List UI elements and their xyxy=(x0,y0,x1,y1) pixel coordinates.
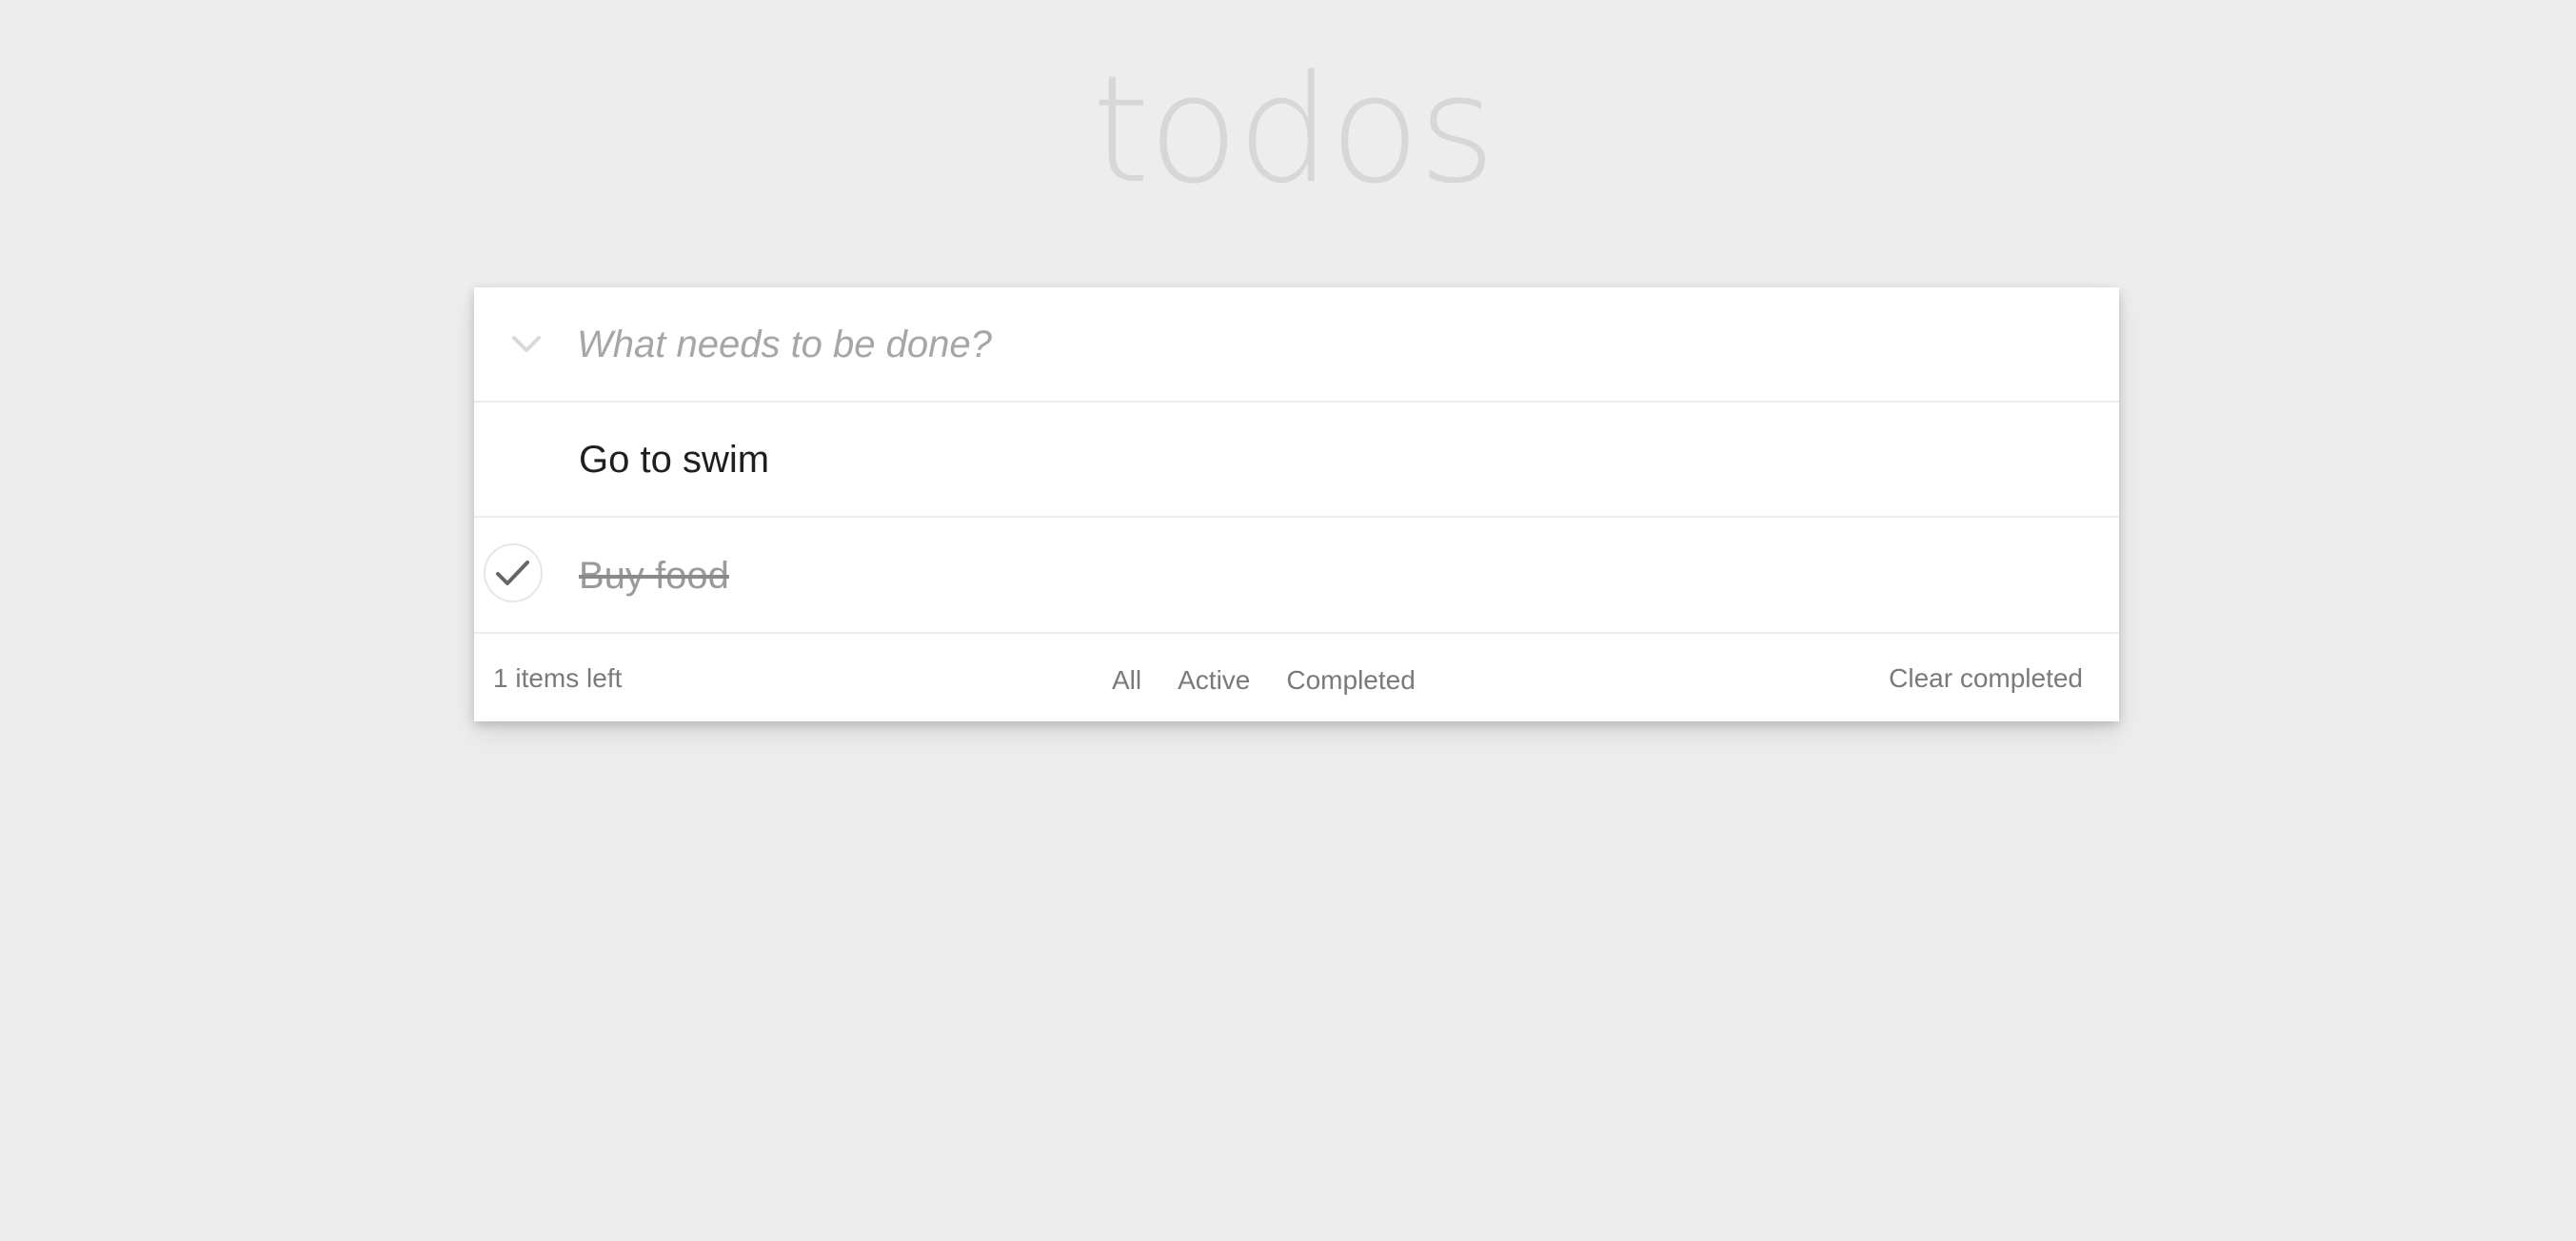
todo-toggle-checkbox[interactable] xyxy=(484,543,543,602)
todo-card: Go to swim Buy food 1 items left All Act… xyxy=(474,287,2119,721)
new-todo-row xyxy=(474,287,2119,403)
todo-toggle-checkbox[interactable] xyxy=(484,427,543,486)
filter-list: All Active Completed xyxy=(1102,656,1425,701)
app-title: todos xyxy=(1091,43,1496,216)
filter-active-link[interactable]: Active xyxy=(1168,656,1259,701)
todo-footer: 1 items left All Active Completed Clear … xyxy=(474,637,2119,721)
todo-item: Go to swim xyxy=(474,403,2119,518)
toggle-all-button[interactable] xyxy=(493,314,560,373)
new-todo-input[interactable] xyxy=(577,308,2081,381)
items-left-count: 1 items left xyxy=(493,663,623,693)
todo-item: Buy food xyxy=(474,519,2119,634)
todo-label[interactable]: Go to swim xyxy=(579,435,769,484)
chevron-down-icon xyxy=(512,336,541,352)
todo-label[interactable]: Buy food xyxy=(579,551,729,601)
checkmark-icon xyxy=(496,561,529,585)
filter-all-link[interactable]: All xyxy=(1102,656,1151,701)
filter-completed-link[interactable]: Completed xyxy=(1277,656,1424,701)
clear-completed-button[interactable]: Clear completed xyxy=(1889,663,2083,694)
